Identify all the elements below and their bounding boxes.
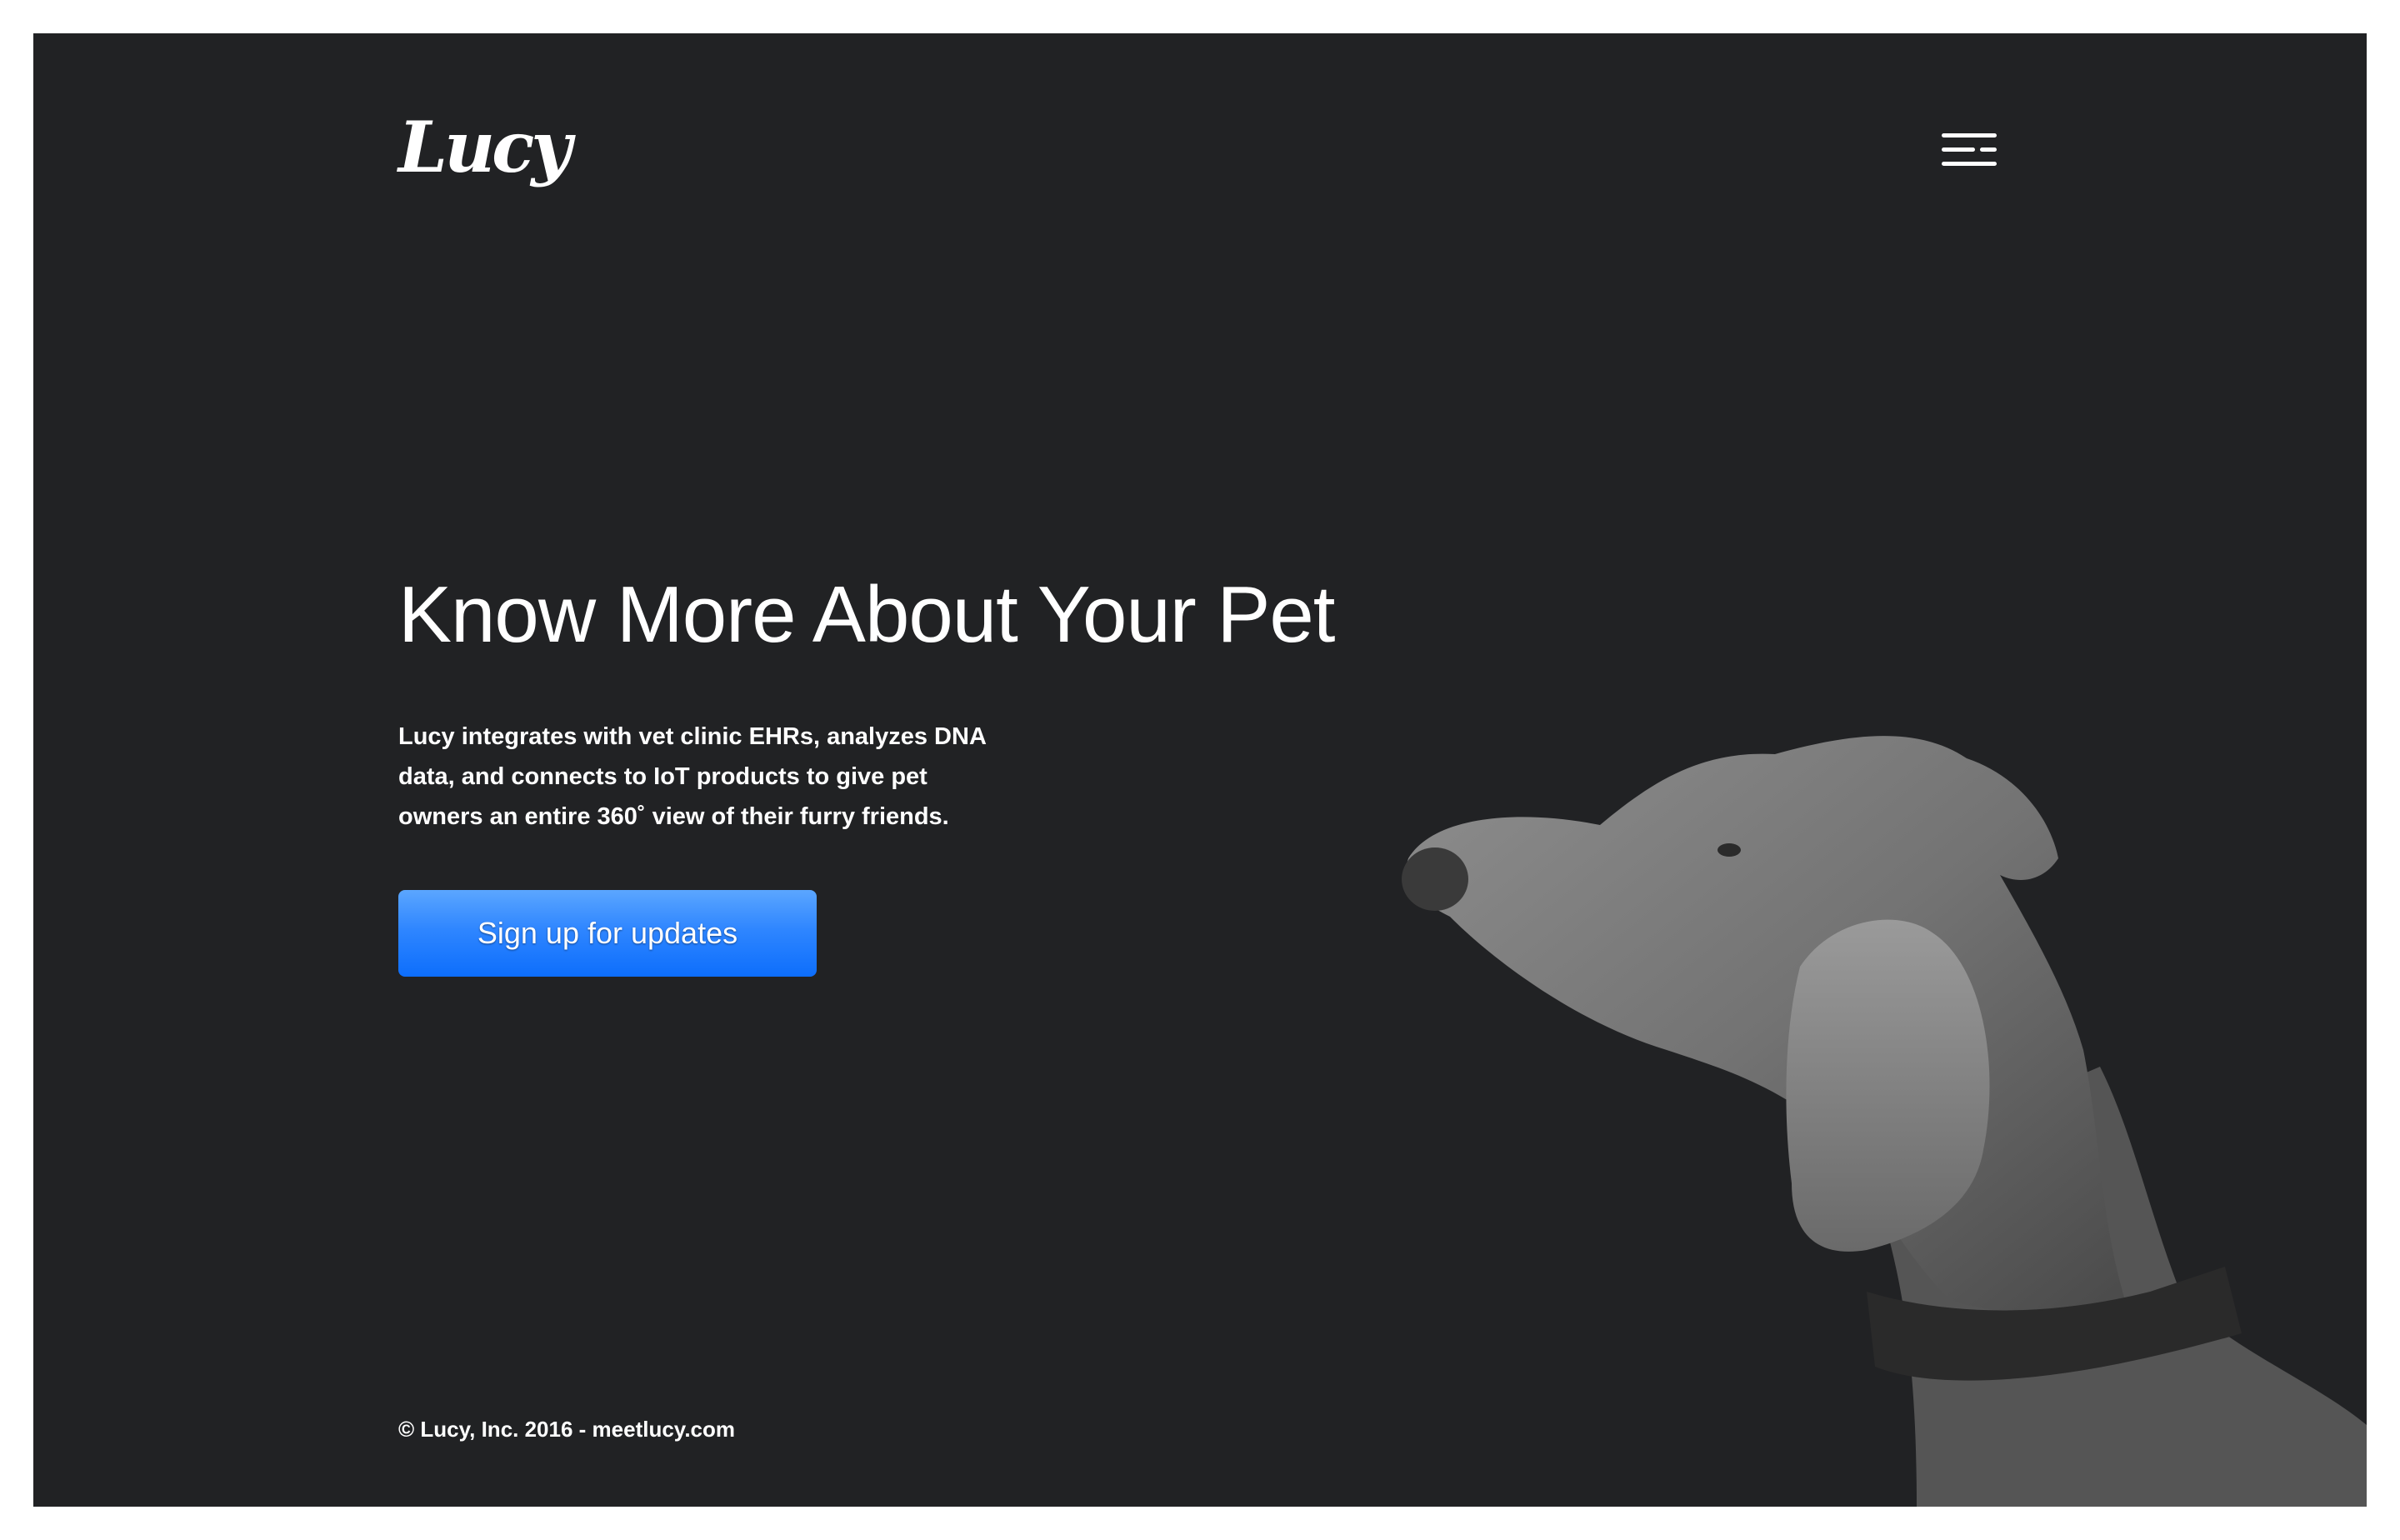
footer-copyright: © Lucy, Inc. 2016 - meetlucy.com <box>398 1417 736 1442</box>
lucy-logo[interactable]: Lucy <box>398 106 572 204</box>
hamburger-menu-icon <box>1942 133 1997 166</box>
dog-photo <box>1402 736 2367 1507</box>
logo-text: Lucy <box>398 106 572 188</box>
sign-up-button[interactable]: Sign up for updates <box>398 890 817 977</box>
hero-headline: Know More About Your Pet <box>398 570 1335 659</box>
page-frame: Lucy Know More About Your Pet Lucy integ… <box>33 33 2367 1507</box>
hero-description: Lucy integrates with vet clinic EHRs, an… <box>398 723 986 830</box>
menu-button[interactable] <box>1942 130 2002 172</box>
